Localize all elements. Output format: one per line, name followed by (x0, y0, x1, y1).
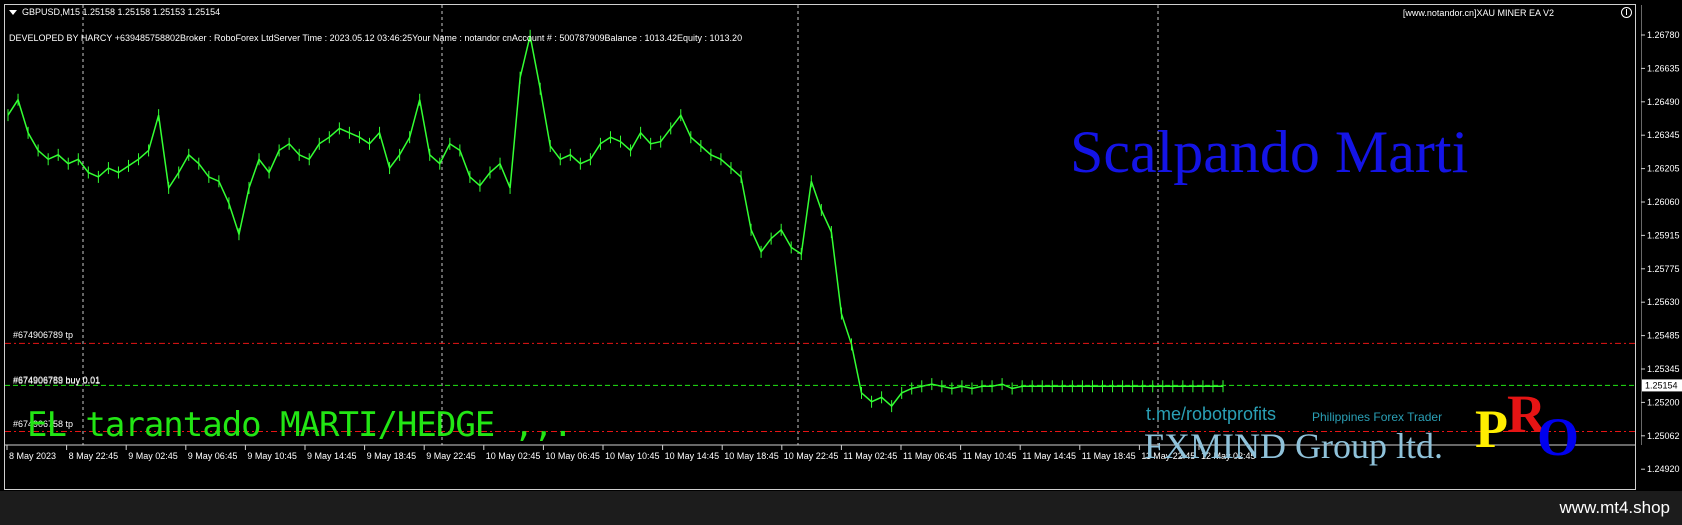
price-label: 1.25485 (1647, 331, 1680, 341)
time-label: 8 May 22:45 (69, 451, 119, 461)
price-label: 1.25345 (1647, 364, 1680, 374)
time-label: 10 May 22:45 (784, 451, 839, 461)
price-label: 1.26345 (1647, 130, 1680, 140)
philippines-trader-text: Philippines Forex Trader (1312, 410, 1443, 424)
order-buy-label-b: #674906758 buy 0.01 (13, 376, 101, 386)
time-label: 8 May 2023 (9, 451, 56, 461)
smiley-icon[interactable] (1621, 7, 1632, 18)
price-label: 1.26635 (1647, 63, 1680, 73)
time-label: 9 May 06:45 (188, 451, 238, 461)
tarantado-text: EL tarantado MARTI/HEDGE ,,. (27, 405, 573, 445)
price-label: 1.25915 (1647, 230, 1680, 240)
time-label: 9 May 14:45 (307, 451, 357, 461)
time-label: 11 May 10:45 (963, 451, 1017, 461)
price-label: 1.26060 (1647, 197, 1680, 207)
ea-badge: [www.notandor.cn]XAU MINER EA V2 (1402, 8, 1554, 18)
price-label: 1.26205 (1647, 164, 1680, 174)
time-label: 11 May 06:45 (903, 451, 957, 461)
time-label: 11 May 14:45 (1022, 451, 1076, 461)
price-series (7, 35, 1223, 408)
symbol-quote: GBPUSD,M15 1.25158 1.25158 1.25153 1.251… (22, 7, 221, 17)
price-label: 1.25630 (1647, 297, 1680, 307)
price-label: 1.25200 (1647, 397, 1680, 407)
time-label: 10 May 18:45 (724, 451, 779, 461)
time-label: 10 May 10:45 (605, 451, 660, 461)
price-axis[interactable]: 1.26780 1.26635 1.26490 1.26345 1.26205 1.260… (1641, 5, 1682, 491)
price-label: 1.26490 (1647, 97, 1680, 107)
time-label: 10 May 06:45 (545, 451, 600, 461)
time-label: 9 May 18:45 (367, 451, 417, 461)
time-label: 11 May 18:45 (1082, 451, 1136, 461)
footer-url[interactable]: www.mt4.shop (1559, 498, 1670, 518)
pro-logo-o: O (1537, 407, 1580, 467)
telegram-link[interactable]: t.me/robotprofits (1146, 404, 1276, 425)
time-label: 11 May 02:45 (843, 451, 897, 461)
time-label: 10 May 14:45 (665, 451, 720, 461)
account-info: DEVELOPED BY HARCY +639485758802Broker :… (9, 33, 743, 43)
price-label: 1.24920 (1647, 464, 1680, 474)
order-tp-upper-label: #674906789 tp (13, 330, 74, 340)
pro-logo-p: P (1475, 399, 1508, 459)
current-price-label: 1.25154 (1645, 380, 1678, 390)
dropdown-triangle-icon[interactable] (9, 10, 17, 16)
scalpando-title: Scalpando Marti (1070, 119, 1469, 185)
time-label: 10 May 02:45 (486, 451, 541, 461)
time-label: 9 May 02:45 (128, 451, 178, 461)
footer-bar: www.mt4.shop (0, 491, 1682, 525)
fxmind-logo-text: FXMIND Group ltd. (1144, 426, 1444, 466)
price-label: 1.25775 (1647, 264, 1680, 274)
time-label: 9 May 22:45 (426, 451, 476, 461)
symbol-header: GBPUSD,M15 1.25158 1.25158 1.25153 1.251… (9, 7, 220, 17)
price-label: 1.26780 (1647, 30, 1680, 40)
time-label: 9 May 10:45 (247, 451, 297, 461)
price-label: 1.25062 (1647, 431, 1680, 441)
